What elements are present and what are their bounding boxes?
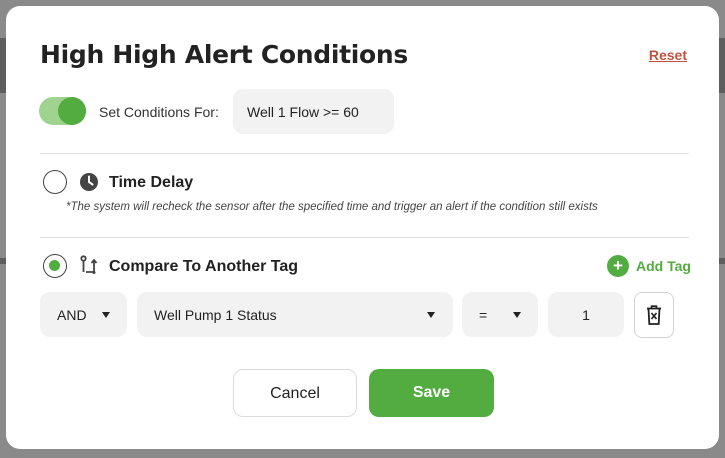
- divider: [40, 237, 689, 238]
- tag-select-value: Well Pump 1 Status: [154, 307, 277, 323]
- clock-icon: [80, 173, 98, 191]
- comparison-operator-select[interactable]: =: [462, 292, 538, 337]
- dialog-title: High High Alert Conditions: [40, 40, 408, 69]
- chevron-down-icon: [427, 312, 435, 318]
- cancel-button[interactable]: Cancel: [233, 369, 357, 417]
- alert-conditions-dialog: High High Alert Conditions Reset Set Con…: [6, 6, 719, 449]
- time-delay-note: *The system will recheck the sensor afte…: [66, 201, 598, 213]
- divider: [40, 153, 689, 154]
- chevron-down-icon: [513, 312, 521, 318]
- delete-row-button[interactable]: [634, 292, 674, 338]
- chevron-down-icon: [102, 312, 110, 318]
- condition-value-field: Well 1 Flow >= 60: [233, 89, 394, 134]
- logic-operator-select[interactable]: AND: [40, 292, 127, 337]
- compare-value-input[interactable]: 1: [548, 292, 624, 337]
- set-conditions-label: Set Conditions For:: [99, 104, 219, 120]
- time-delay-radio[interactable]: [43, 170, 67, 194]
- set-conditions-toggle[interactable]: [39, 97, 86, 125]
- logic-operator-value: AND: [57, 307, 87, 323]
- plus-icon: +: [607, 255, 629, 277]
- toggle-knob: [58, 97, 86, 125]
- compare-tag-radio[interactable]: [43, 254, 67, 278]
- tag-select[interactable]: Well Pump 1 Status: [137, 292, 453, 337]
- comparison-operator-value: =: [479, 307, 488, 323]
- trash-icon: [647, 305, 661, 325]
- time-delay-title: Time Delay: [109, 174, 194, 191]
- reset-link[interactable]: Reset: [649, 47, 687, 63]
- add-tag-label: Add Tag: [636, 258, 691, 274]
- save-button[interactable]: Save: [369, 369, 494, 417]
- compare-arrows-icon: [80, 255, 98, 274]
- compare-tag-title: Compare To Another Tag: [109, 258, 299, 275]
